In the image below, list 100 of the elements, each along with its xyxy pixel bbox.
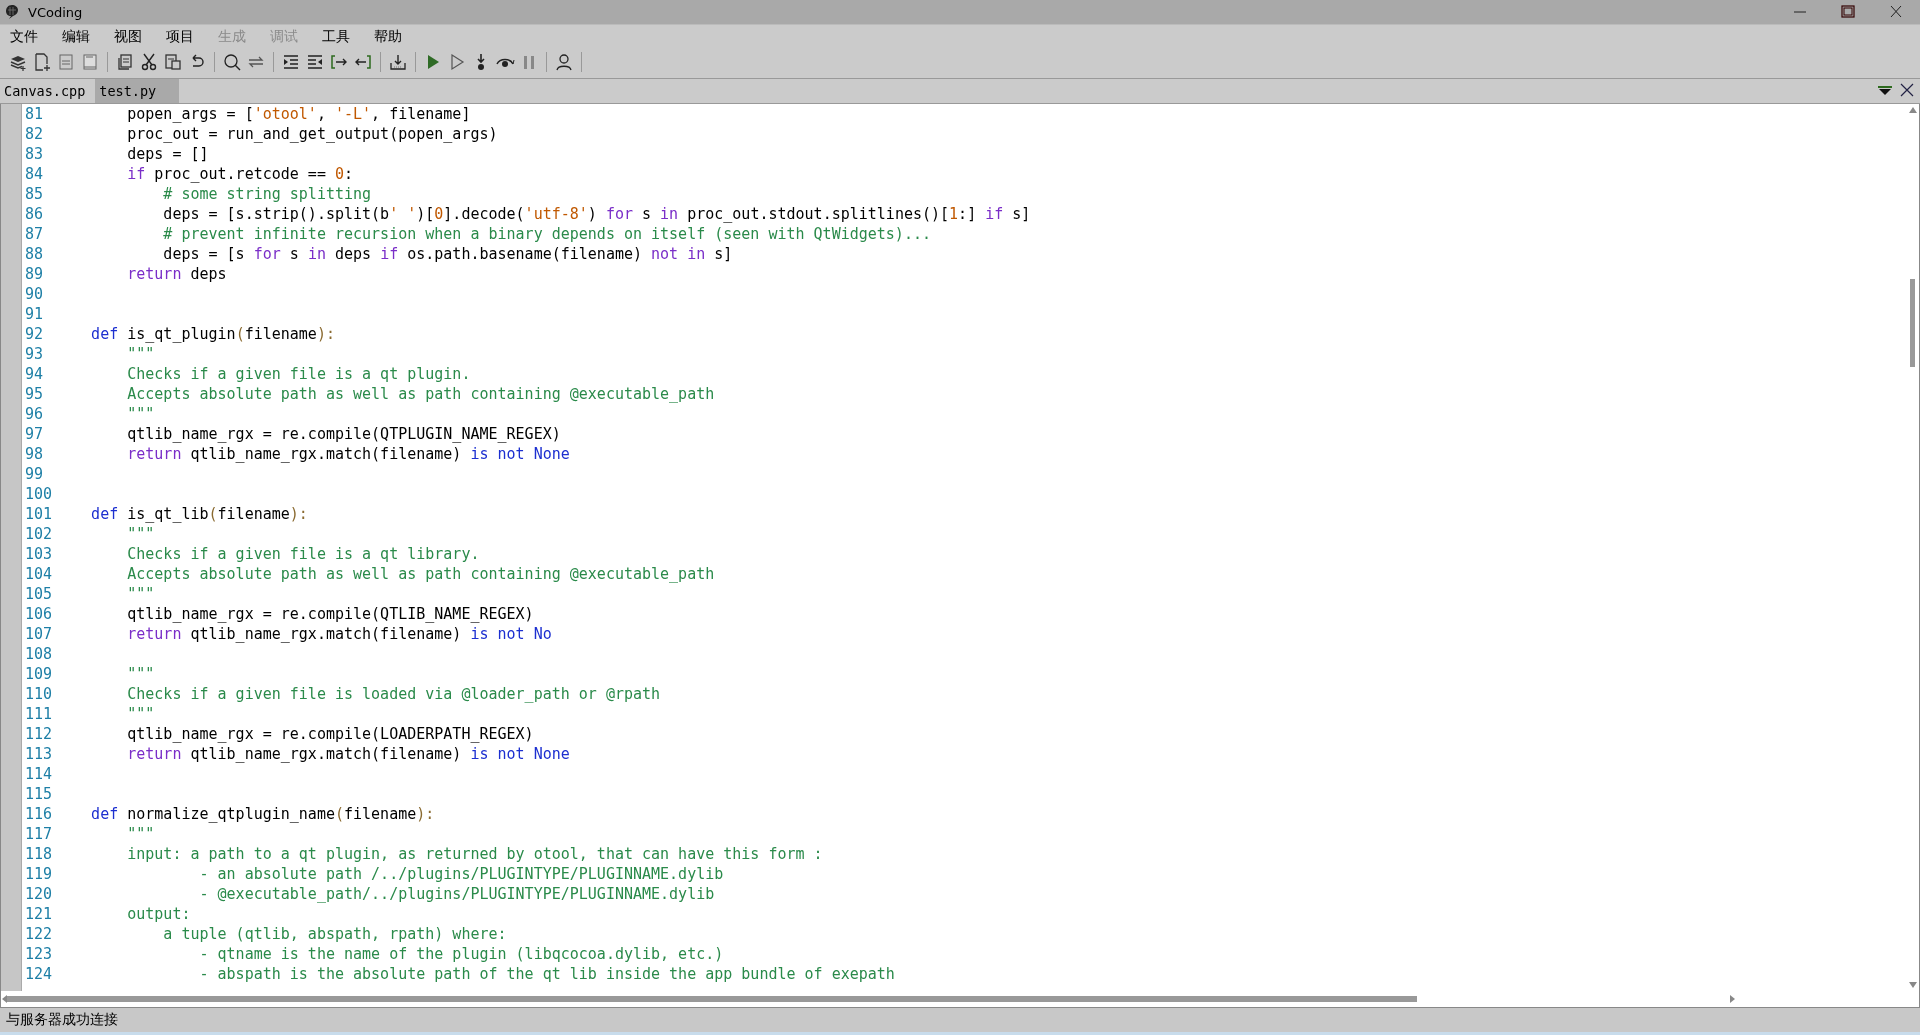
code-line: # some string splitting	[162, 184, 372, 204]
code-line: """	[126, 584, 155, 604]
code-line: return qtlib_name_rgx.match(filename) is not No	[126, 624, 552, 644]
line-number: 112	[24, 724, 54, 744]
search-icon[interactable]	[222, 51, 242, 72]
code-line: # prevent infinite recursion when a binary depends on itself (seen with QtWidgets)...	[162, 224, 931, 244]
code-line: """	[126, 344, 155, 364]
line-number: 110	[24, 684, 54, 704]
line-number: 82	[24, 124, 45, 144]
scrollbar-thumb[interactable]	[1910, 279, 1915, 367]
code-line: Accepts absolute path as well as path containing @executable_path	[126, 564, 715, 584]
code-line: """	[126, 404, 155, 424]
line-number: 92	[24, 324, 45, 344]
code-line: qtlib_name_rgx = re.compile(LOADERPATH_REGEX)	[126, 724, 534, 744]
line-number: 121	[24, 904, 54, 924]
menu-item[interactable]: 项目	[160, 27, 205, 46]
menu-item[interactable]: 视图	[108, 27, 153, 46]
line-number: 95	[24, 384, 45, 404]
line-number: 117	[24, 824, 54, 844]
code-line: """	[126, 824, 155, 844]
code-line: - abspath is the absolute path of the qt lib inside the app bundle of exepath	[198, 964, 895, 984]
code-line: Checks if a given file is a qt plugin.	[126, 364, 471, 384]
line-number: 106	[24, 604, 54, 624]
code-line: qtlib_name_rgx = re.compile(QTPLUGIN_NAME_REGEX)	[126, 424, 561, 444]
line-number: 118	[24, 844, 54, 864]
line-number: 99	[24, 464, 45, 484]
scroll-left-arrow-icon[interactable]	[1, 994, 8, 1004]
scroll-right-arrow-icon[interactable]	[1729, 994, 1736, 1004]
line-number: 93	[24, 344, 45, 364]
line-number: 94	[24, 364, 45, 384]
line-number: 113	[24, 744, 54, 764]
line-number: 114	[24, 764, 54, 784]
line-number: 96	[24, 404, 45, 424]
line-number: 119	[24, 864, 54, 884]
code-line: - @executable_path/../plugins/PLUGINTYPE/PLUGINNAME.dylib	[198, 884, 715, 904]
line-number: 111	[24, 704, 54, 724]
line-number: 88	[24, 244, 45, 264]
copy-icon[interactable]	[115, 51, 135, 72]
code-line: proc_out = run_and_get_output(popen_args)	[126, 124, 498, 144]
line-number: 116	[24, 804, 54, 824]
window-title: VCoding	[28, 4, 84, 20]
line-number: 85	[24, 184, 45, 204]
line-number: 101	[24, 504, 54, 524]
paste-icon[interactable]	[163, 51, 183, 72]
scissors-icon[interactable]	[139, 51, 159, 72]
line-number: 100	[24, 484, 54, 504]
code-line: return deps	[126, 264, 227, 284]
line-number: 115	[24, 784, 54, 804]
code-line: Accepts absolute path as well as path containing @executable_path	[126, 384, 715, 404]
menu-item[interactable]: 工具	[316, 27, 361, 46]
line-number: 102	[24, 524, 54, 544]
code-line: a tuple (qtlib, abspath, rpath) where:	[162, 924, 507, 944]
line-number: 90	[24, 284, 45, 304]
code-line: def is_qt_plugin(filename):	[90, 324, 335, 344]
code-line: deps = [s for s in deps if os.path.basename(filename) not in s]	[162, 244, 733, 264]
maximize-icon[interactable]	[1838, 4, 1858, 20]
line-number: 103	[24, 544, 54, 564]
scroll-down-arrow-icon[interactable]	[1908, 981, 1918, 989]
menu-item[interactable]: 帮助	[368, 27, 413, 46]
code-line: def normalize_qtplugin_name(filename):	[90, 804, 435, 824]
line-number: 91	[24, 304, 45, 324]
line-number: 87	[24, 224, 45, 244]
menu-item[interactable]: 编辑	[56, 27, 101, 46]
line-number: 105	[24, 584, 54, 604]
status-text: 与服务器成功连接	[6, 1011, 118, 1029]
code-line: return qtlib_name_rgx.match(filename) is not None	[126, 444, 570, 464]
line-number: 107	[24, 624, 54, 644]
code-line: input: a path to a qt plugin, as returned by otool, that can have this form :	[126, 844, 823, 864]
code-line: deps = [s.strip().split(b' ')[0].decode('utf-8') for s in proc_out.stdout.splitlines()[1:] if s]	[162, 204, 1031, 224]
new-file-icon[interactable]	[32, 51, 52, 72]
code-line: - qtname is the name of the plugin (libqcocoa.dylib, etc.)	[198, 944, 724, 964]
code-line: def is_qt_lib(filename):	[90, 504, 308, 524]
line-number: 98	[24, 444, 45, 464]
app-logo	[4, 4, 20, 20]
scroll-up-arrow-icon[interactable]	[1908, 106, 1918, 114]
file-tab[interactable]: Canvas.cpp	[0, 79, 96, 103]
code-line: """	[126, 664, 155, 684]
code-line: return qtlib_name_rgx.match(filename) is not None	[126, 744, 570, 764]
user-icon[interactable]	[554, 51, 574, 72]
line-number: 120	[24, 884, 54, 904]
line-number: 104	[24, 564, 54, 584]
scrollbar-thumb[interactable]	[7, 996, 1417, 1002]
line-number: 123	[24, 944, 54, 964]
line-number: 84	[24, 164, 45, 184]
line-number: 122	[24, 924, 54, 944]
code-line: """	[126, 524, 155, 544]
code-line: - an absolute path /../plugins/PLUGINTYPE/PLUGINNAME.dylib	[198, 864, 724, 884]
code-line: output:	[126, 904, 191, 924]
code-line: """	[126, 704, 155, 724]
code-line: Checks if a given file is loaded via @loader_path or @rpath	[126, 684, 661, 704]
line-number: 108	[24, 644, 54, 664]
line-number: 83	[24, 144, 45, 164]
code-line: if proc_out.retcode == 0:	[126, 164, 354, 184]
line-number: 124	[24, 964, 54, 984]
code-line: qtlib_name_rgx = re.compile(QTLIB_NAME_REGEX)	[126, 604, 534, 624]
code-line: popen_args = ['otool', '-L', filename]	[126, 104, 471, 124]
code-line: Checks if a given file is a qt library.	[126, 544, 480, 564]
menu-item[interactable]: 文件	[4, 27, 49, 46]
file-tab[interactable]: test.py	[95, 79, 180, 103]
line-number: 81	[24, 104, 45, 124]
